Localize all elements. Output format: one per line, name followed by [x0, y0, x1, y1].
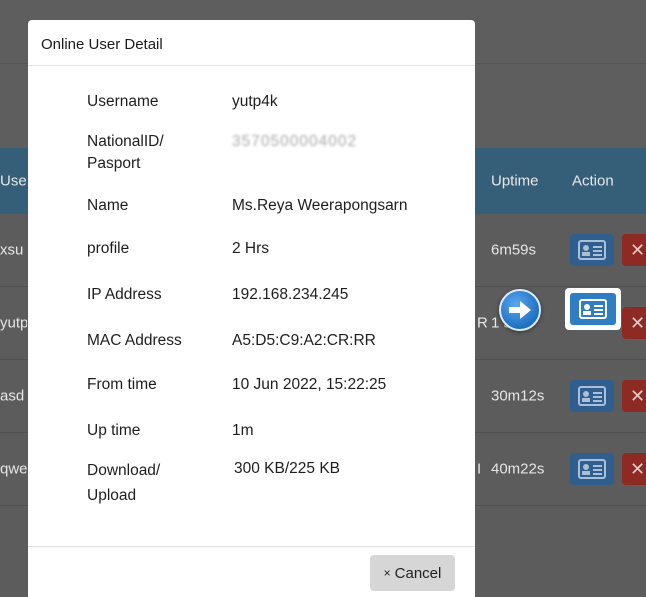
- user-detail-button-inner: [570, 293, 616, 325]
- row-username: qwe: [0, 460, 27, 478]
- detail-value: 1m: [232, 422, 254, 439]
- detail-value: yutp4k: [232, 93, 278, 110]
- column-header-action: Action: [572, 172, 614, 190]
- row-uptime: 40m22s: [491, 460, 545, 478]
- detail-value-redacted: 3570500004002: [232, 133, 358, 150]
- arrow-right-icon: [509, 301, 531, 319]
- delete-button[interactable]: ✕: [622, 234, 646, 266]
- detail-label: Up time: [87, 422, 141, 439]
- detail-label: Download/ Upload: [87, 462, 161, 504]
- close-icon: ×: [383, 566, 391, 580]
- detail-value: Ms.Reya Weerapongsarn: [232, 197, 408, 214]
- detail-label: From time: [87, 376, 157, 393]
- online-user-detail-modal: Online User Detail Username yutp4k Natio…: [28, 20, 475, 597]
- user-detail-button-highlighted[interactable]: [565, 288, 621, 330]
- detail-value: 2 Hrs: [232, 240, 270, 257]
- row-partial-cell: R: [477, 314, 488, 332]
- row-uptime: 30m12s: [491, 387, 545, 405]
- detail-value: 10 Jun 2022, 15:22:25: [232, 376, 387, 393]
- cancel-button[interactable]: × Cancel: [370, 555, 455, 591]
- modal-title: Online User Detail: [41, 36, 163, 53]
- column-header-user: Use: [0, 172, 27, 190]
- id-card-icon: [578, 459, 606, 479]
- arrow-pointer: [499, 289, 541, 331]
- detail-label: Name: [87, 197, 129, 214]
- delete-button[interactable]: ✕: [622, 307, 646, 339]
- user-detail-button[interactable]: [570, 453, 614, 485]
- modal-header: Online User Detail: [28, 20, 475, 66]
- row-uptime: 6m59s: [491, 241, 537, 259]
- id-card-icon: [578, 386, 606, 406]
- user-detail-button[interactable]: [570, 380, 614, 412]
- cancel-button-label: Cancel: [394, 564, 442, 582]
- detail-value: A5:D5:C9:A2:CR:RR: [232, 332, 376, 349]
- detail-label: profile: [87, 240, 130, 257]
- close-icon: ✕: [630, 386, 646, 406]
- row-username: yutp: [0, 314, 27, 332]
- modal-footer: × Cancel: [28, 546, 475, 597]
- close-icon: ✕: [630, 240, 646, 260]
- delete-button[interactable]: ✕: [622, 380, 646, 412]
- row-username: asd: [0, 387, 25, 405]
- detail-label: NationalID/ Pasport: [87, 133, 164, 172]
- detail-value: 300 KB/225 KB: [234, 460, 340, 477]
- delete-button[interactable]: ✕: [622, 453, 646, 485]
- detail-label: IP Address: [87, 286, 162, 303]
- user-detail-button[interactable]: [570, 234, 614, 266]
- close-icon: ✕: [630, 313, 646, 333]
- detail-label: Username: [87, 93, 159, 110]
- id-card-icon: [579, 299, 607, 319]
- row-partial-cell: I: [477, 460, 482, 478]
- id-card-icon: [578, 240, 606, 260]
- detail-value: 192.168.234.245: [232, 286, 349, 303]
- close-icon: ✕: [630, 459, 646, 479]
- column-header-uptime: Uptime: [491, 172, 539, 190]
- detail-label: MAC Address: [87, 332, 182, 349]
- row-username: xsu: [0, 241, 24, 259]
